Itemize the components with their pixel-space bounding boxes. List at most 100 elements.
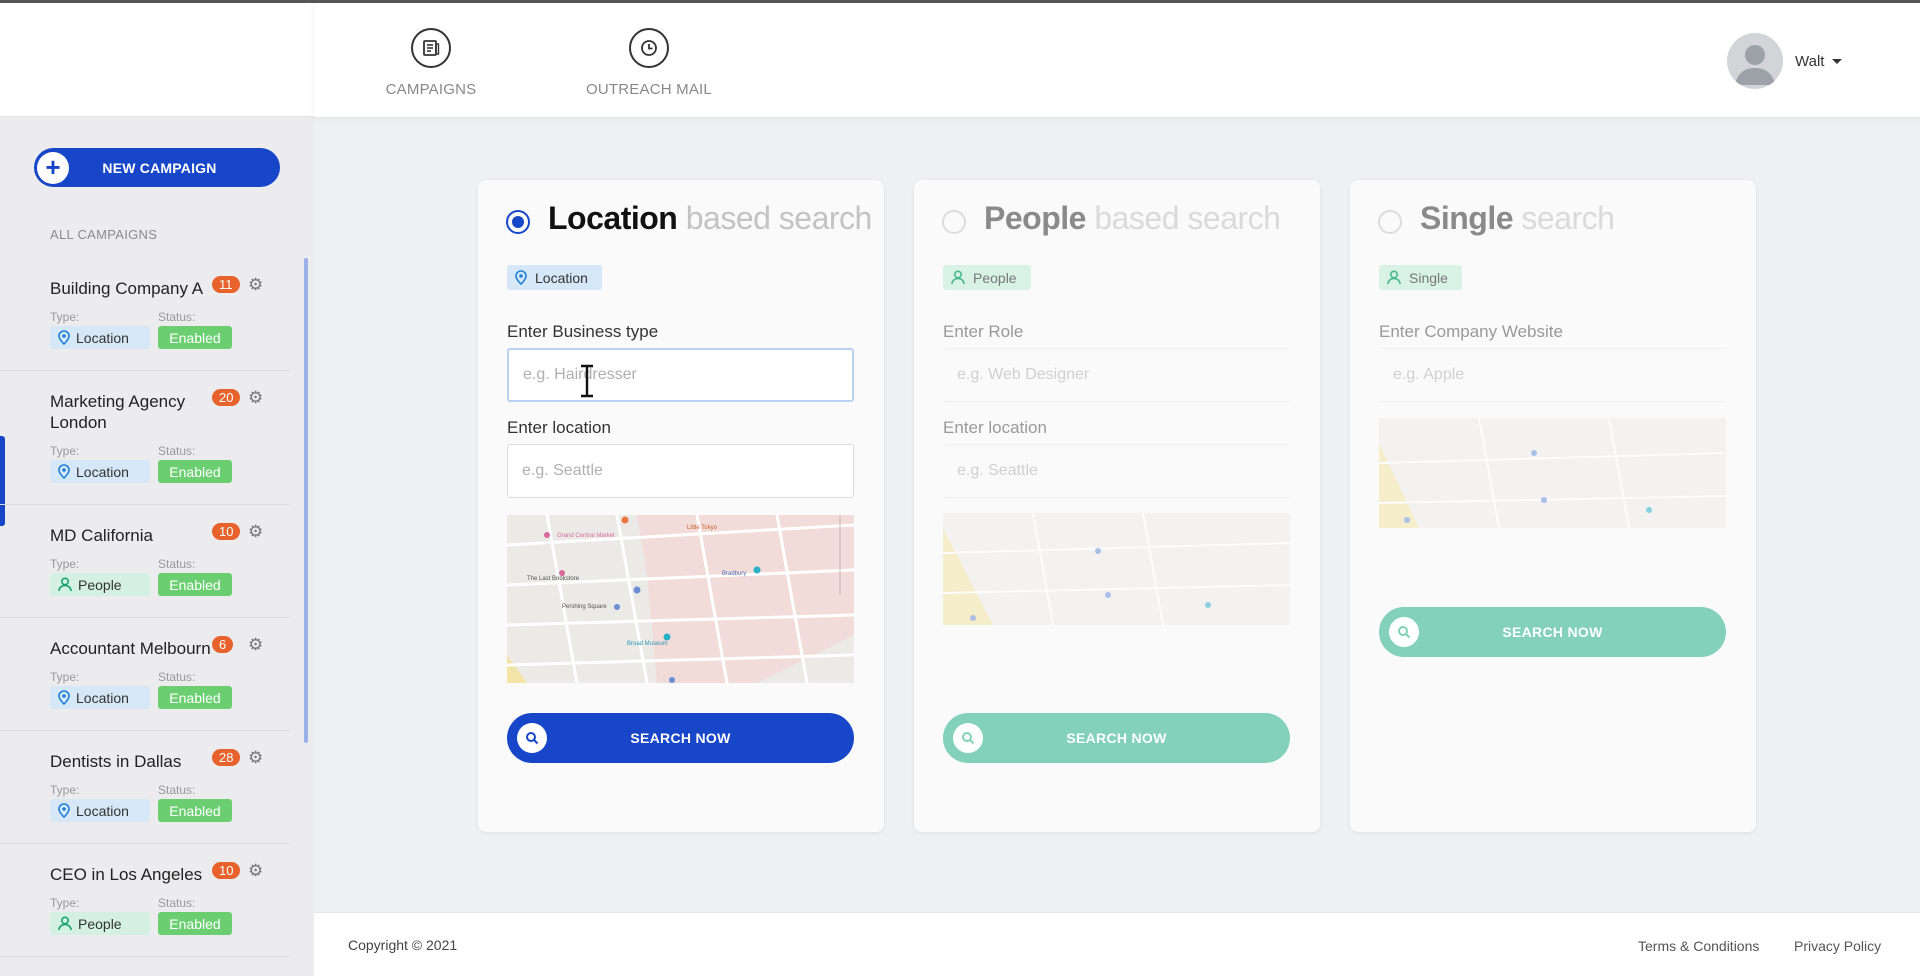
nav-outreach-mail[interactable]: OUTREACH MAIL bbox=[584, 28, 714, 98]
gear-icon[interactable]: ⚙ bbox=[248, 635, 263, 655]
user-name: Walt bbox=[1795, 52, 1825, 70]
gear-icon[interactable]: ⚙ bbox=[248, 748, 263, 768]
status-badge: Enabled bbox=[158, 686, 232, 709]
person-icon bbox=[951, 270, 965, 285]
map-label: Bradbury bbox=[722, 571, 746, 577]
nav-label: CAMPAIGNS bbox=[385, 81, 477, 98]
type-badge: People bbox=[50, 573, 150, 596]
map-preview[interactable] bbox=[1379, 418, 1726, 528]
map-label: Broad Museum bbox=[627, 641, 668, 647]
sidebar: + NEW CAMPAIGN ALL CAMPAIGNS Building Co… bbox=[0, 0, 314, 976]
person-icon bbox=[58, 577, 72, 592]
campaign-name[interactable]: Building Company A bbox=[50, 278, 220, 299]
avatar bbox=[1727, 33, 1783, 89]
nav-label: OUTREACH MAIL bbox=[586, 81, 712, 98]
copyright: Copyright © 2021 bbox=[348, 937, 458, 953]
single-search-radio[interactable] bbox=[1378, 210, 1402, 234]
campaign-name[interactable]: Dentists in Dallas bbox=[50, 751, 220, 772]
card-title: Location based search bbox=[548, 200, 872, 236]
campaign-item[interactable]: Dentists in Dallas 28 ⚙ Type: Status: Lo… bbox=[0, 731, 290, 844]
card-title: People based search bbox=[984, 200, 1281, 236]
role-input[interactable] bbox=[943, 348, 1290, 402]
company-website-label: Enter Company Website bbox=[1379, 322, 1563, 341]
single-search-card[interactable]: Single search Single Enter Company Websi… bbox=[1350, 180, 1756, 832]
status-badge: Enabled bbox=[158, 460, 232, 483]
chevron-down-icon bbox=[1832, 58, 1843, 64]
plus-icon: + bbox=[37, 151, 69, 184]
campaign-item[interactable]: Building Company A 11 ⚙ Type: Status: Lo… bbox=[0, 258, 290, 371]
map-label: Grand Central Market bbox=[557, 533, 615, 539]
status-badge: Enabled bbox=[158, 799, 232, 822]
gear-icon[interactable]: ⚙ bbox=[248, 388, 263, 408]
privacy-link[interactable]: Privacy Policy bbox=[1794, 938, 1881, 954]
location-pin-icon bbox=[58, 690, 70, 705]
role-label: Enter Role bbox=[943, 322, 1024, 341]
search-now-button[interactable]: SEARCH NOW bbox=[507, 713, 854, 763]
map-label: Pershing Square bbox=[562, 604, 607, 610]
map-preview[interactable] bbox=[943, 513, 1290, 625]
people-search-card[interactable]: People based search People Enter Role En… bbox=[914, 180, 1320, 832]
logo-area bbox=[0, 0, 314, 117]
section-label: ALL CAMPAIGNS bbox=[50, 227, 158, 242]
location-input[interactable] bbox=[943, 444, 1290, 498]
type-badge: Location bbox=[50, 686, 150, 709]
campaign-item[interactable]: MD California 10 ⚙ Type: Status: People … bbox=[0, 505, 290, 618]
gear-icon[interactable]: ⚙ bbox=[248, 275, 263, 295]
text-cursor-icon bbox=[581, 364, 593, 398]
search-now-button[interactable]: SEARCH NOW bbox=[943, 713, 1290, 763]
location-search-card[interactable]: Location based search Location Enter Bus… bbox=[478, 180, 884, 832]
search-icon bbox=[1389, 617, 1419, 647]
people-search-radio[interactable] bbox=[942, 210, 966, 234]
type-label: Type: bbox=[50, 896, 80, 910]
map-preview[interactable]: Bradbury Grand Central Market Little Tok… bbox=[507, 515, 854, 683]
gear-icon[interactable]: ⚙ bbox=[248, 522, 263, 542]
campaign-list: Building Company A 11 ⚙ Type: Status: Lo… bbox=[0, 258, 290, 957]
campaign-item[interactable]: Accountant Melbourn 6 ⚙ Type: Status: Lo… bbox=[0, 618, 290, 731]
campaign-count-badge: 6 bbox=[212, 636, 234, 653]
type-badge: Location bbox=[50, 799, 150, 822]
type-label: Type: bbox=[50, 670, 80, 684]
terms-link[interactable]: Terms & Conditions bbox=[1638, 938, 1759, 954]
campaign-name[interactable]: Marketing Agency London bbox=[50, 391, 220, 433]
campaign-count-badge: 10 bbox=[212, 862, 241, 879]
map-label: Little Tokyo bbox=[687, 525, 718, 531]
type-badge: People bbox=[50, 912, 150, 935]
type-label: Type: bbox=[50, 310, 80, 324]
campaign-name[interactable]: MD California bbox=[50, 525, 220, 546]
type-label: Type: bbox=[50, 444, 80, 458]
location-pin-icon bbox=[58, 330, 70, 345]
footer: Copyright © 2021 Terms & Conditions Priv… bbox=[314, 912, 1920, 976]
scrollbar[interactable] bbox=[304, 258, 308, 743]
location-input[interactable] bbox=[507, 444, 854, 498]
user-menu[interactable]: Walt bbox=[1727, 33, 1843, 89]
top-header: CAMPAIGNS OUTREACH MAIL Walt bbox=[314, 0, 1920, 117]
status-label: Status: bbox=[158, 783, 196, 797]
search-icon bbox=[517, 723, 547, 753]
person-icon bbox=[58, 916, 72, 931]
search-now-button[interactable]: SEARCH NOW bbox=[1379, 607, 1726, 657]
business-type-input[interactable] bbox=[507, 348, 854, 402]
campaign-count-badge: 11 bbox=[212, 276, 240, 293]
campaign-item[interactable]: CEO in Los Angeles 10 ⚙ Type: Status: Pe… bbox=[0, 844, 290, 957]
campaign-item[interactable]: Marketing Agency London 20 ⚙ Type: Statu… bbox=[0, 371, 290, 505]
type-label: Type: bbox=[50, 557, 80, 571]
campaigns-icon bbox=[411, 28, 451, 68]
company-website-input[interactable] bbox=[1379, 348, 1726, 402]
status-badge: Enabled bbox=[158, 912, 232, 935]
new-campaign-button[interactable]: + NEW CAMPAIGN bbox=[34, 148, 280, 187]
nav-campaigns[interactable]: CAMPAIGNS bbox=[381, 28, 481, 98]
new-campaign-label: NEW CAMPAIGN bbox=[102, 159, 217, 176]
campaign-count-badge: 20 bbox=[212, 389, 241, 406]
people-chip: People bbox=[943, 265, 1031, 290]
campaign-name[interactable]: CEO in Los Angeles bbox=[50, 864, 220, 885]
status-badge: Enabled bbox=[158, 573, 232, 596]
top-border bbox=[0, 0, 1920, 3]
search-icon bbox=[953, 723, 983, 753]
gear-icon[interactable]: ⚙ bbox=[248, 861, 263, 881]
location-search-radio[interactable] bbox=[506, 210, 530, 234]
status-badge: Enabled bbox=[158, 326, 232, 349]
location-pin-icon bbox=[515, 270, 527, 285]
campaign-name[interactable]: Accountant Melbourn bbox=[50, 638, 220, 659]
type-label: Type: bbox=[50, 783, 80, 797]
clock-icon bbox=[629, 28, 669, 68]
